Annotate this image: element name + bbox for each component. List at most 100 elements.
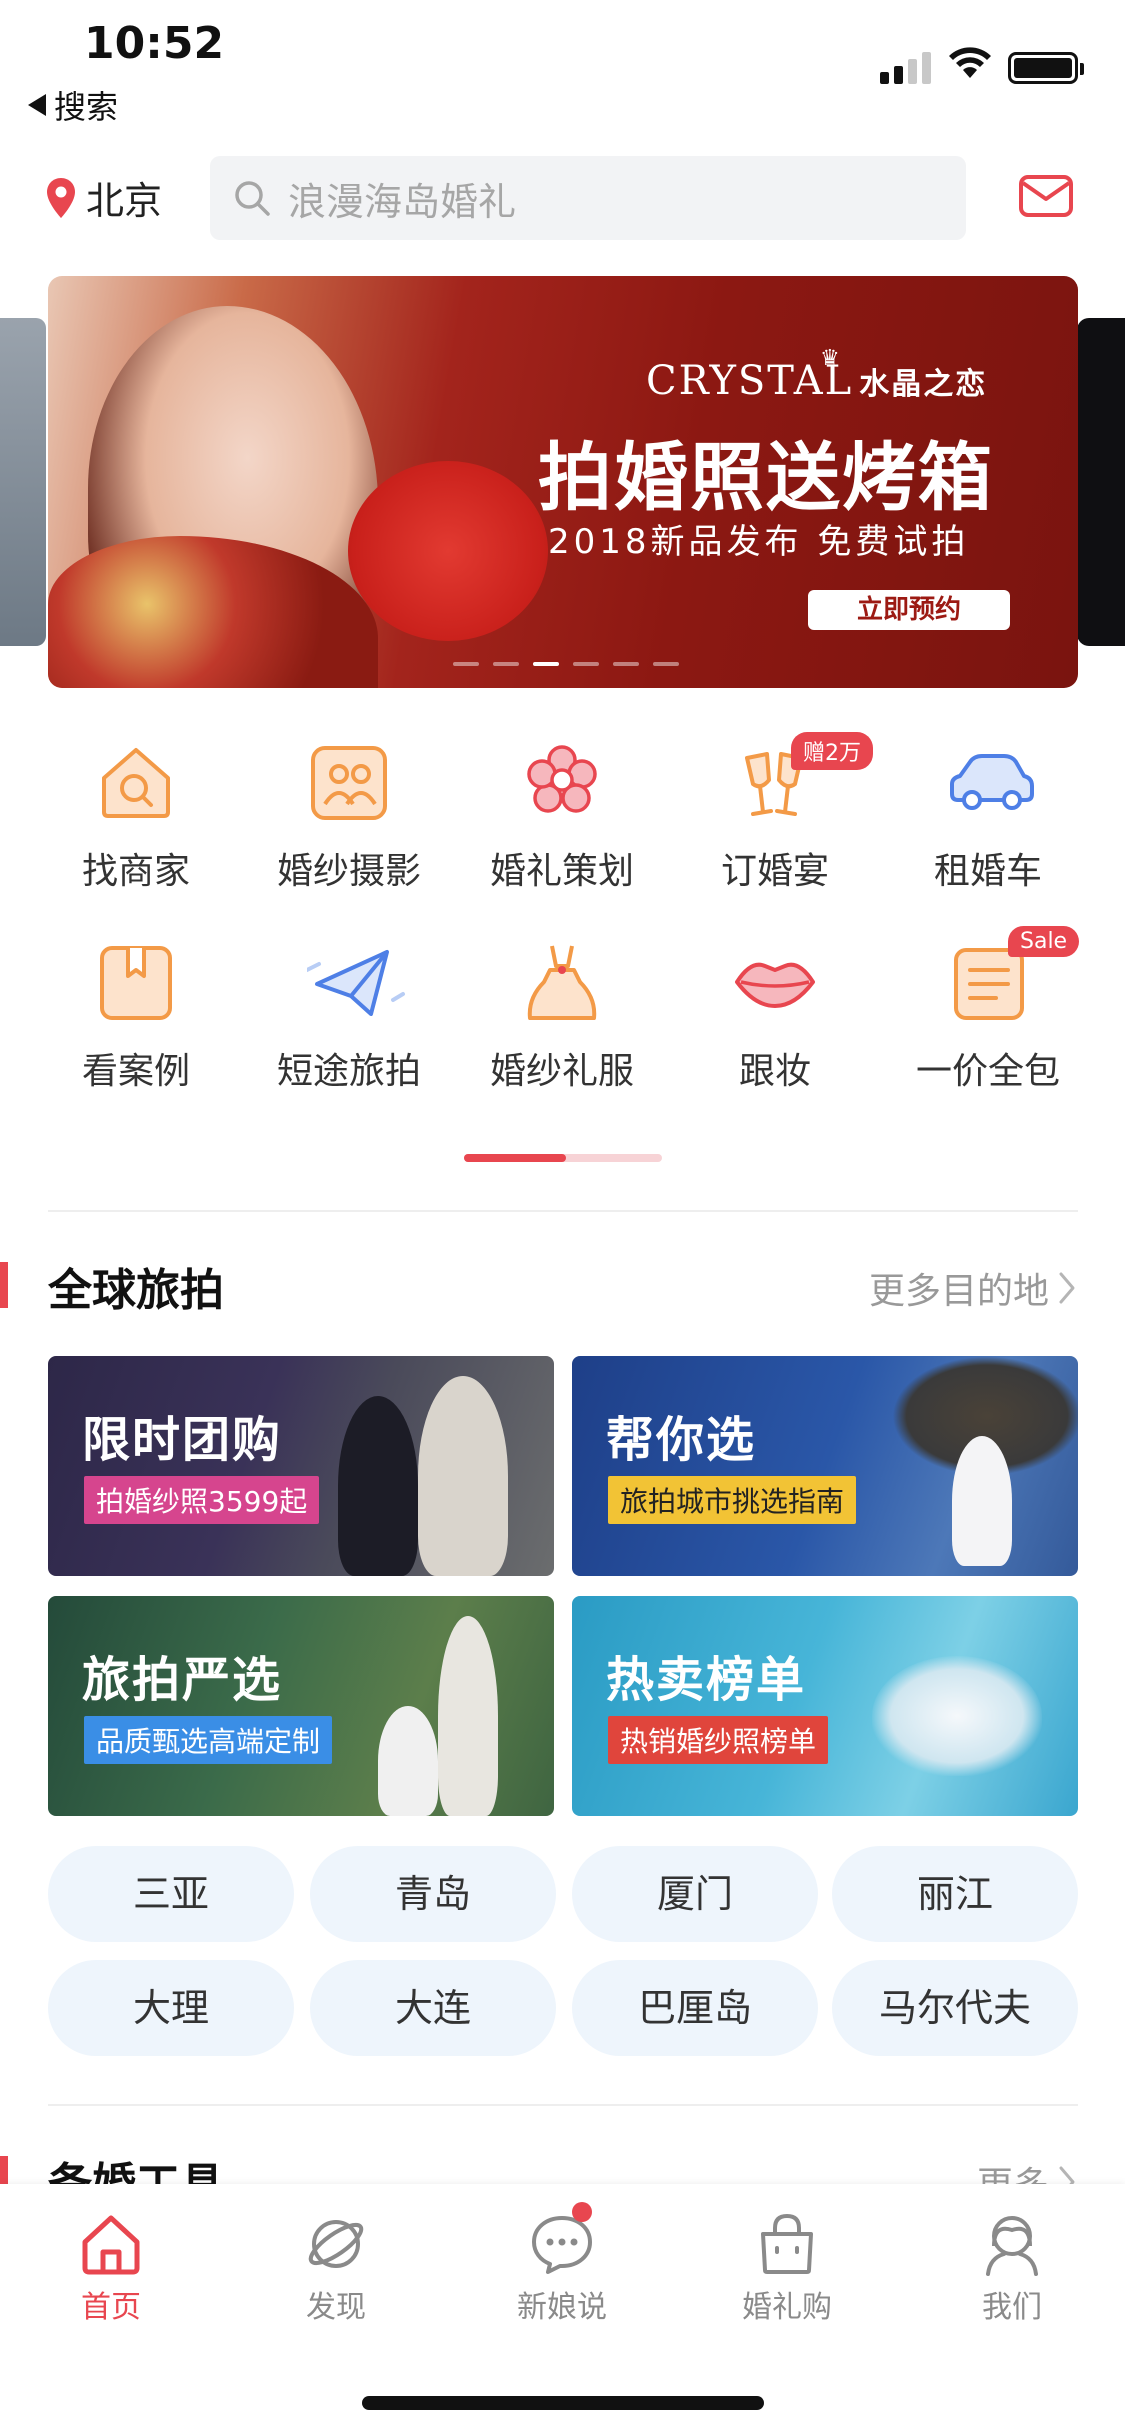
category-short-trip-photo[interactable]: 短途旅拍 bbox=[249, 940, 449, 1094]
chevron-right-icon bbox=[1059, 1272, 1075, 1304]
city-chip[interactable]: 三亚 bbox=[48, 1846, 294, 1942]
card-tag: 拍婚纱照3599起 bbox=[84, 1476, 320, 1524]
tab-us[interactable]: 我们 bbox=[932, 2212, 1092, 2326]
clock: 10:52 bbox=[84, 18, 225, 69]
card-photo bbox=[418, 1376, 508, 1576]
category-engagement-banquet[interactable]: 赠2万 订婚宴 bbox=[675, 732, 875, 894]
card-tag: 品质甄选高端定制 bbox=[84, 1716, 333, 1764]
shopping-bag-icon bbox=[761, 2213, 813, 2274]
banner-cta-button[interactable]: 立即预约 bbox=[808, 590, 1010, 630]
section-accent-bar bbox=[0, 1262, 8, 1308]
travel-card-curated[interactable]: 旅拍严选 品质甄选高端定制 bbox=[48, 1596, 554, 1816]
back-triangle-icon bbox=[28, 94, 46, 116]
more-destinations-link[interactable]: 更多目的地 bbox=[869, 1262, 1077, 1314]
card-photo bbox=[378, 1706, 438, 1816]
city-chip[interactable]: 大连 bbox=[310, 1960, 556, 2056]
travel-card-group-buy[interactable]: 限时团购 拍婚纱照3599起 bbox=[48, 1356, 554, 1576]
carousel-dot[interactable] bbox=[613, 662, 639, 666]
section-divider bbox=[48, 2104, 1078, 2106]
photo-people-icon bbox=[311, 746, 387, 820]
category-makeup[interactable]: 跟妆 bbox=[675, 940, 875, 1094]
dress-icon bbox=[527, 945, 597, 1020]
carousel-dot[interactable] bbox=[653, 662, 679, 666]
category-label: 婚纱摄影 bbox=[276, 851, 421, 892]
tab-label: 婚礼购 bbox=[742, 2290, 832, 2325]
home-indicator bbox=[362, 2396, 764, 2410]
banner-brand: CRYSTAL 水晶之恋 bbox=[646, 358, 988, 404]
promo-banner[interactable]: ♛ CRYSTAL 水晶之恋 拍婚照送烤箱 2018新品发布 免费试拍 立即预约 bbox=[48, 276, 1078, 688]
category-wedding-dress[interactable]: 婚纱礼服 bbox=[462, 940, 662, 1094]
card-title: 帮你选 bbox=[606, 1412, 757, 1468]
travel-card-bestsellers[interactable]: 热卖榜单 热销婚纱照榜单 bbox=[572, 1596, 1078, 1816]
banner-next-peek[interactable] bbox=[1077, 318, 1125, 646]
city-label: 北京 bbox=[86, 179, 163, 223]
category-label: 短途旅拍 bbox=[276, 1051, 421, 1092]
tab-discover[interactable]: 发现 bbox=[256, 2212, 416, 2326]
gift-badge: 赠2万 bbox=[791, 732, 873, 770]
flower-icon bbox=[527, 745, 597, 813]
category-wedding-photo[interactable]: 婚纱摄影 bbox=[249, 740, 449, 894]
category-label: 一价全包 bbox=[915, 1051, 1060, 1092]
search-header: 北京 浪漫海岛婚礼 bbox=[0, 150, 1125, 250]
banner-prev-peek[interactable] bbox=[0, 318, 46, 646]
tab-home[interactable]: 首页 bbox=[31, 2212, 191, 2326]
tab-label: 我们 bbox=[982, 2290, 1042, 2325]
category-view-cases[interactable]: 看案例 bbox=[36, 940, 236, 1094]
card-tag: 旅拍城市挑选指南 bbox=[608, 1476, 857, 1524]
carousel-dot[interactable] bbox=[573, 662, 599, 666]
category-wedding-planning[interactable]: 婚礼策划 bbox=[462, 740, 662, 894]
carousel-dot[interactable] bbox=[493, 662, 519, 666]
city-selector[interactable]: 北京 bbox=[46, 170, 162, 225]
category-wedding-car[interactable]: 租婚车 bbox=[888, 740, 1088, 894]
category-label: 婚纱礼服 bbox=[489, 1051, 634, 1092]
category-page-indicator bbox=[464, 1154, 662, 1162]
back-app-label: 搜索 bbox=[54, 88, 119, 126]
category-label: 婚礼策划 bbox=[489, 851, 634, 892]
city-chip[interactable]: 马尔代夫 bbox=[832, 1960, 1078, 2056]
carousel-dot[interactable] bbox=[453, 662, 479, 666]
carousel-dot[interactable] bbox=[533, 662, 559, 666]
category-label: 跟妆 bbox=[738, 1051, 811, 1092]
home-icon bbox=[82, 2215, 140, 2275]
travel-card-help-choose[interactable]: 帮你选 旅拍城市挑选指南 bbox=[572, 1356, 1078, 1576]
city-chip[interactable]: 丽江 bbox=[832, 1846, 1078, 1942]
city-chip[interactable]: 厦门 bbox=[572, 1846, 818, 1942]
city-chip[interactable]: 巴厘岛 bbox=[572, 1960, 818, 2056]
card-photo bbox=[872, 1656, 1042, 1776]
tab-bride-talk[interactable]: 新娘说 bbox=[482, 2202, 642, 2326]
category-all-inclusive[interactable]: Sale 一价全包 bbox=[888, 926, 1088, 1094]
card-photo bbox=[952, 1436, 1012, 1566]
card-title: 热卖榜单 bbox=[606, 1652, 807, 1708]
banner-papercut-image bbox=[348, 461, 548, 641]
tab-label: 发现 bbox=[306, 2290, 366, 2325]
city-chip[interactable]: 大理 bbox=[48, 1960, 294, 2056]
planet-icon bbox=[308, 2220, 364, 2268]
store-search-icon bbox=[102, 748, 170, 818]
search-icon bbox=[235, 181, 270, 216]
card-title: 旅拍严选 bbox=[82, 1652, 283, 1708]
card-tag: 热销婚纱照榜单 bbox=[608, 1716, 829, 1764]
category-label: 租婚车 bbox=[933, 851, 1042, 892]
section-divider bbox=[48, 1210, 1078, 1212]
tab-label: 首页 bbox=[81, 2290, 141, 2325]
cellular-signal-icon bbox=[880, 48, 931, 84]
tab-wedding-shop[interactable]: 婚礼购 bbox=[707, 2212, 867, 2326]
card-photo bbox=[438, 1616, 498, 1816]
bookmark-box-icon bbox=[100, 946, 172, 1020]
city-chip[interactable]: 青岛 bbox=[310, 1846, 556, 1942]
search-placeholder: 浪漫海岛婚礼 bbox=[288, 179, 517, 224]
card-photo bbox=[338, 1396, 418, 1576]
carousel-dots bbox=[453, 662, 679, 666]
couple-icon bbox=[986, 2216, 1038, 2276]
mail-icon[interactable] bbox=[1018, 174, 1074, 218]
category-label: 找商家 bbox=[81, 851, 190, 892]
back-to-app-link[interactable]: 搜索 bbox=[28, 82, 118, 128]
banner-headline: 拍婚照送烤箱 bbox=[538, 435, 994, 521]
category-find-vendor[interactable]: 找商家 bbox=[36, 740, 236, 894]
banner-subline: 2018新品发布 免费试拍 bbox=[548, 522, 970, 562]
wifi-icon bbox=[949, 47, 991, 78]
category-label: 订婚宴 bbox=[720, 851, 829, 892]
lips-icon bbox=[735, 962, 815, 1008]
search-input[interactable]: 浪漫海岛婚礼 bbox=[210, 156, 966, 240]
status-bar: 10:52 搜索 bbox=[0, 0, 1125, 130]
